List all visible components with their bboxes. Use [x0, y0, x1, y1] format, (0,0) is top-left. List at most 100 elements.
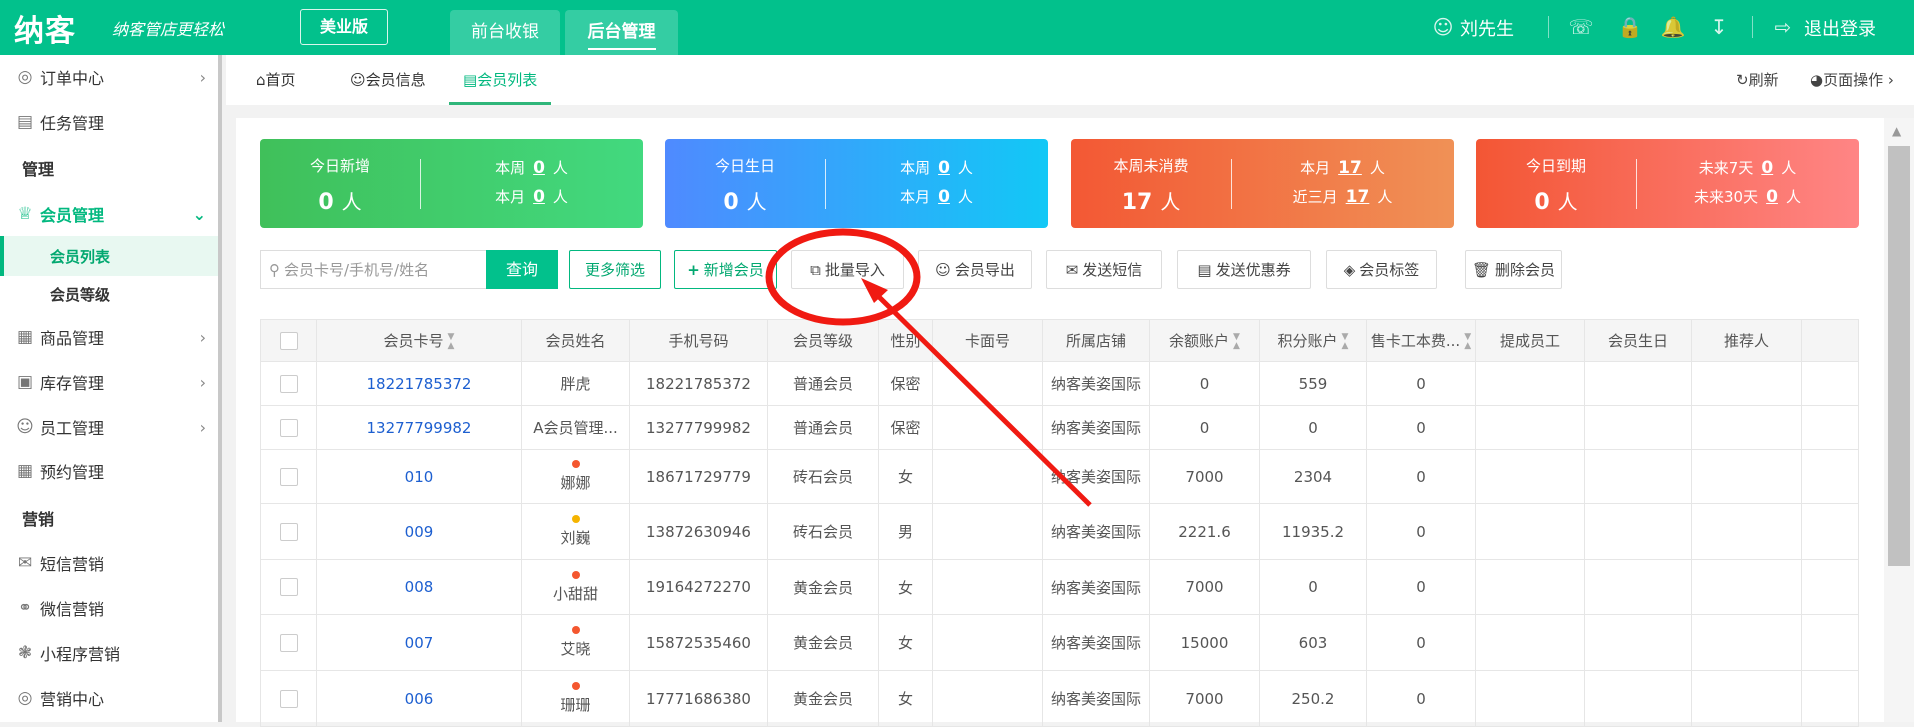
cell-card[interactable]: 18221785372 [316, 361, 522, 406]
target-icon: ◎ [17, 688, 33, 708]
sidebar-item-stock[interactable]: ▣ 库存管理 › [0, 362, 218, 402]
refresh-icon: ↻ [1736, 71, 1749, 89]
row-checkbox[interactable] [260, 405, 317, 450]
chevron-down-icon: ⌄ [192, 204, 206, 224]
sidebar-item-booking[interactable]: ▦ 预约管理 [0, 451, 218, 491]
value[interactable]: 0 [1766, 187, 1778, 207]
scroll-up-icon[interactable]: ▲ [1892, 124, 1901, 138]
lock-icon[interactable]: 🔒 [1617, 14, 1643, 40]
column-header[interactable]: 售卡工本费... ▼ ▲ [1366, 319, 1476, 362]
sidebar-item-goods[interactable]: ▦ 商品管理 › [0, 317, 218, 357]
sidebar-item-tasks[interactable]: ▤ 任务管理 [0, 102, 218, 142]
cell-shop: 纳客美姿国际 [1042, 449, 1150, 504]
label: 会员管理 [40, 206, 105, 225]
table-row[interactable]: 010 娜娜 18671729779 砖石会员女 纳客美姿国际 7000 2304 0 [260, 449, 1859, 504]
logout-icon[interactable]: ⇨ [1770, 14, 1796, 40]
send-coupon-button[interactable]: ▤ 发送优惠券 [1177, 250, 1311, 289]
more-filter-button[interactable]: 更多筛选 [569, 250, 661, 289]
cell-card[interactable]: 010 [316, 449, 522, 504]
status-dot-icon [571, 626, 580, 634]
row-checkbox[interactable] [260, 503, 317, 560]
cell-card[interactable]: 13277799982 [316, 405, 522, 450]
cell-card[interactable]: 006 [316, 670, 522, 727]
tab-backend-admin[interactable]: 后台管理 [565, 10, 678, 55]
sort-icon[interactable]: ▼ ▲ [1342, 332, 1349, 351]
name-text: 娜娜 [560, 474, 591, 492]
table-row[interactable]: 007 艾晓 15872535460 黄金会员女 纳客美姿国际 15000 603 0 [260, 614, 1859, 671]
user-name[interactable]: 刘先生 [1460, 0, 1514, 55]
chevron-right-icon: › [199, 67, 206, 87]
card-no-consume-week[interactable]: 本周未消费 17 人 本月 17 人 近三月 17 人 [1071, 139, 1454, 228]
sidebar-item-member-list[interactable]: 会员列表 [0, 236, 218, 276]
sort-icon[interactable]: ▼ ▲ [448, 332, 455, 351]
value[interactable]: 0 [1761, 158, 1773, 178]
cell-points: 603 [1259, 614, 1367, 671]
card-birthday-today[interactable]: 今日生日 0 人 本周 0 人 本月 0 人 [665, 139, 1048, 228]
sidebar-item-marketing-center[interactable]: ◎ 营销中心 [0, 678, 218, 718]
value[interactable]: 0 [533, 187, 545, 207]
value[interactable]: 0 [938, 158, 950, 178]
sort-icon[interactable]: ▼ ▲ [1464, 332, 1471, 351]
refresh-button[interactable]: ↻刷新 [1736, 55, 1779, 105]
tab-member-list[interactable]: ▤会员列表 [449, 55, 552, 105]
cell-level: 黄金会员 [767, 670, 879, 727]
logout-button[interactable]: 退出登录 [1804, 0, 1876, 55]
download-icon[interactable]: ↧ [1706, 14, 1732, 40]
row-checkbox[interactable] [260, 361, 317, 406]
value[interactable]: 17 [1338, 158, 1362, 178]
name-text: 珊珊 [560, 696, 591, 714]
scrollbar-thumb[interactable] [1888, 146, 1910, 566]
column-header[interactable]: 积分账户 ▼ ▲ [1259, 319, 1367, 362]
card-expire-today[interactable]: 今日到期 0 人 未来7天 0 人 未来30天 0 人 [1476, 139, 1859, 228]
sidebar-item-miniapp[interactable]: ❃ 小程序营销 [0, 633, 218, 673]
table-row[interactable]: 18221785372 胖虎 18221785372 普通会员 保密 纳客美姿国际 0 559… [260, 361, 1859, 406]
edition-badge[interactable]: 美业版 [300, 9, 388, 45]
card-new-today[interactable]: 今日新增 0 人 本周 0 人 本月 0 人 [260, 139, 643, 228]
table-row[interactable]: 009 刘巍 13872630946 砖石会员男 纳客美姿国际 2221.6 11935.2… [260, 503, 1859, 560]
add-member-button[interactable]: + 新增会员 [674, 250, 777, 289]
column-header[interactable]: 会员卡号 ▼ ▲ [316, 319, 522, 362]
row-checkbox[interactable] [260, 559, 317, 615]
delete-member-button[interactable]: 🗑 删除会员 [1465, 250, 1562, 289]
cell-card[interactable]: 007 [316, 614, 522, 671]
tab-member-info[interactable]: ☺会员信息 [350, 55, 426, 105]
query-button[interactable]: 查询 [486, 250, 558, 289]
sidebar-item-members[interactable]: ♕ 会员管理 ⌄ [0, 194, 218, 234]
headset-icon[interactable]: ☏ [1568, 14, 1594, 40]
cell-card[interactable]: 009 [316, 503, 522, 560]
mail-icon: ✉ [17, 553, 33, 573]
value[interactable]: 0 [533, 158, 545, 178]
value[interactable]: 0 [938, 187, 950, 207]
sidebar-group-marketing: 营销 [22, 510, 55, 529]
member-tag-button[interactable]: ◈ 会员标签 [1326, 250, 1437, 289]
label: 近三月 [1292, 188, 1338, 206]
select-all-checkbox[interactable] [260, 319, 317, 362]
table-row[interactable]: 13277799982 A会员管理... 13277799982 普通会员 保密 纳客美姿… [260, 405, 1859, 450]
tab-home[interactable]: ⌂首页 [256, 55, 296, 105]
page-ops-button[interactable]: ◕页面操作 › [1810, 55, 1894, 105]
cell-card[interactable]: 008 [316, 559, 522, 615]
scrollbar[interactable]: ▲ [1884, 118, 1914, 722]
sidebar-item-wechat[interactable]: ⚭ 微信营销 [0, 588, 218, 628]
table-row[interactable]: 008 小甜甜 19164272270 黄金会员女纳客美姿国际 7000 0 0 [260, 559, 1859, 615]
sort-icon[interactable]: ▼ ▲ [1233, 332, 1240, 351]
column-header[interactable]: 余额账户 ▼ ▲ [1149, 319, 1260, 362]
slogan: 纳客管店更轻松 [112, 20, 225, 39]
export-button[interactable]: ☺ 会员导出 [918, 250, 1032, 289]
sidebar-item-member-levels[interactable]: 会员等级 [0, 274, 218, 314]
table-row[interactable]: 006 珊珊 17771686380 黄金会员女 纳客美姿国际 7000 250.2 0 [260, 670, 1859, 727]
sidebar-item-orders[interactable]: ◎ 订单中心 › [0, 57, 218, 97]
tab-front-cashier[interactable]: 前台收银 [450, 10, 560, 55]
batch-import-button[interactable]: ⧉ 批量导入 [791, 250, 904, 289]
value[interactable]: 17 [1346, 187, 1370, 207]
row-checkbox[interactable] [260, 449, 317, 504]
sidebar-item-staff[interactable]: ☺ 员工管理 › [0, 407, 218, 447]
label: 会员卡号 [383, 332, 444, 350]
row-checkbox[interactable] [260, 614, 317, 671]
sidebar-item-sms[interactable]: ✉ 短信营销 [0, 543, 218, 583]
send-sms-button[interactable]: ✉ 发送短信 [1046, 250, 1162, 289]
label: 任务管理 [40, 114, 105, 133]
row-checkbox[interactable] [260, 670, 317, 727]
bell-icon[interactable]: 🔔 [1660, 14, 1686, 40]
search-input[interactable]: ⚲ 会员卡号/手机号/姓名 [260, 250, 486, 289]
